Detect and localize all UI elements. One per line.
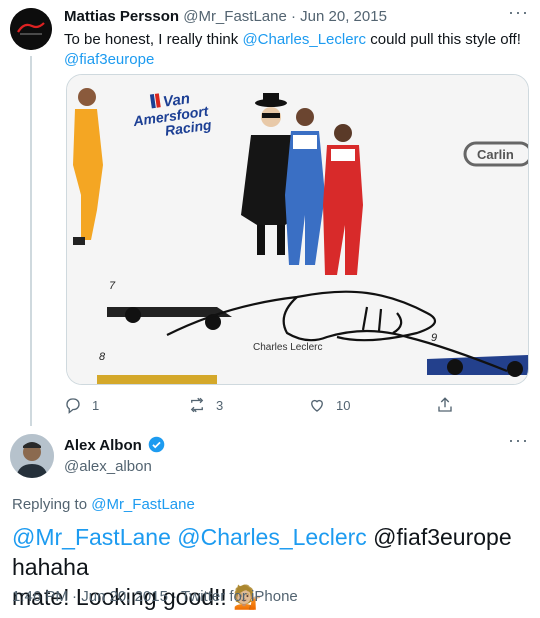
more-options-icon[interactable]: ···	[508, 2, 529, 23]
replying-to-line: Replying to @Mr_FastLane	[12, 496, 195, 513]
reply-button[interactable]: 1	[64, 396, 99, 414]
share-icon	[438, 397, 452, 412]
tweet-date[interactable]: Jun 20, 2015	[300, 8, 387, 25]
svg-text:8: 8	[99, 351, 106, 363]
tweet-2-header: Alex Albon	[64, 436, 165, 458]
separator: ·	[72, 588, 78, 605]
tweet-meta: 1:46 PM · Jun 20, 2015 · Twitter for iPh…	[12, 588, 298, 605]
tweet-source[interactable]: Twitter for iPhone	[181, 588, 298, 605]
separator: ·	[172, 588, 178, 605]
tweet-1-text: To be honest, I really think @Charles_Le…	[64, 30, 524, 70]
retweet-button[interactable]: 3	[188, 396, 223, 414]
mention-charles[interactable]: @Charles_Leclerc	[177, 524, 367, 550]
retweet-count: 3	[216, 397, 224, 413]
svg-text:7: 7	[109, 280, 116, 292]
media-illustration: Van Amersfoort Racing Carlin 7 9 8 Charl…	[67, 75, 528, 384]
share-button[interactable]	[436, 396, 464, 414]
avatar-alex[interactable]	[10, 434, 54, 478]
tweet-media-image[interactable]: Van Amersfoort Racing Carlin 7 9 8 Charl…	[66, 74, 529, 385]
svg-text:9: 9	[431, 332, 437, 344]
reply-icon	[66, 398, 80, 414]
text-segment: could pull this style off!	[366, 31, 521, 48]
signature-caption: Charles Leclerc	[253, 342, 322, 353]
retweet-icon	[190, 397, 204, 413]
like-count: 10	[336, 397, 351, 413]
heart-icon	[311, 399, 323, 412]
separator: ·	[291, 8, 296, 25]
mention-mr-fastlane[interactable]: @Mr_FastLane	[12, 524, 171, 550]
reply-count: 1	[92, 397, 100, 413]
mention-charles[interactable]: @Charles_Leclerc	[242, 31, 366, 48]
thread-connector	[30, 56, 32, 426]
mention-fiaf3europe[interactable]: @fiaf3europe	[64, 51, 154, 68]
verified-badge-icon	[148, 436, 165, 458]
avatar-mattias[interactable]	[10, 8, 52, 50]
tweet-1-header: Mattias Persson @Mr_FastLane · Jun 20, 2…	[64, 8, 387, 25]
tweet-date[interactable]: Jun 20, 2015	[81, 588, 168, 605]
like-button[interactable]: 10	[308, 396, 350, 414]
author-handle[interactable]: @Mr_FastLane	[183, 8, 287, 25]
more-options-icon[interactable]: ···	[508, 430, 529, 451]
text-segment: To be honest, I really think	[64, 31, 243, 48]
author-name[interactable]: Mattias Persson	[64, 8, 179, 25]
tweet-time[interactable]: 1:46 PM	[12, 588, 68, 605]
svg-text:Carlin: Carlin	[477, 147, 514, 162]
replying-to-mention[interactable]: @Mr_FastLane	[91, 496, 195, 513]
author-handle[interactable]: @alex_albon	[64, 458, 152, 475]
author-name[interactable]: Alex Albon	[64, 437, 142, 454]
replying-label: Replying to	[12, 496, 92, 513]
